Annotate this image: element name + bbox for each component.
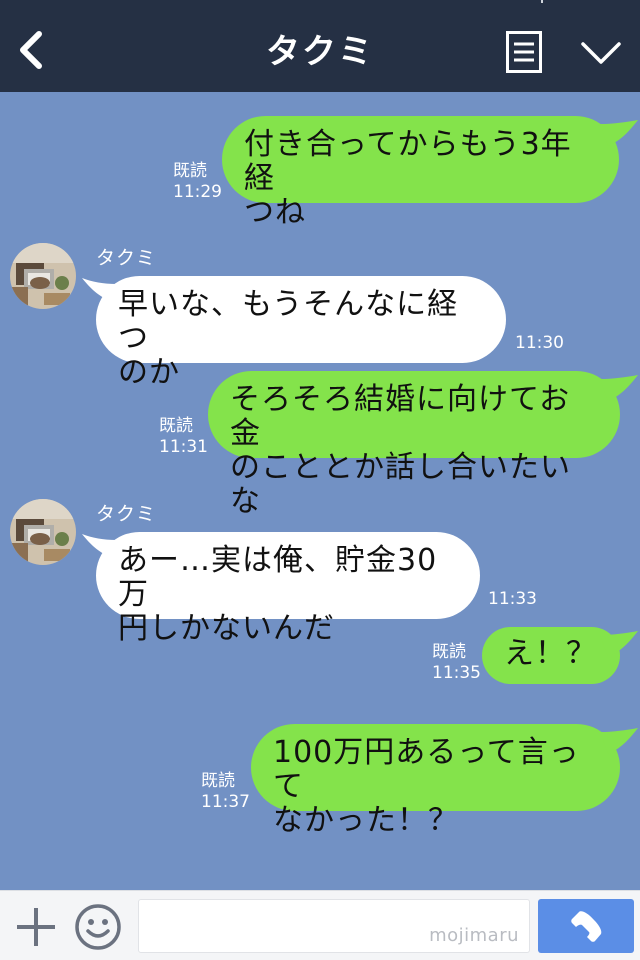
message-text-line: そろそろ結婚に向けてお金	[230, 382, 571, 451]
sender-name: タクミ	[96, 247, 157, 269]
message-time: 11:31	[159, 437, 208, 457]
avatar[interactable]	[10, 499, 76, 565]
outgoing-message-bubble[interactable]: 付き合ってからもう3年経 つね	[222, 116, 619, 230]
message-time: 11:35	[432, 663, 481, 683]
message-text-line: え！？	[504, 636, 597, 671]
call-button[interactable]	[538, 899, 634, 953]
read-receipt: 既読	[201, 771, 235, 791]
bubble-tail	[600, 728, 638, 754]
incoming-message-bubble[interactable]: あー…実は俺、貯金30万 円しかないんだ	[96, 532, 480, 646]
message-text-line: 早いな、もうそんなに経つ	[118, 287, 459, 356]
phone-icon	[571, 911, 602, 942]
message-text-line: なかった！？	[273, 803, 459, 838]
message-meta: 既読 11:35	[432, 642, 481, 684]
message-text-line: あー…実は俺、貯金30万	[118, 543, 438, 612]
message-meta: 既読 11:37	[201, 771, 250, 813]
avatar[interactable]	[10, 243, 76, 309]
chat-header: タクミ	[0, 0, 640, 92]
bubble-tail	[600, 120, 638, 146]
notes-icon[interactable]	[506, 31, 542, 73]
read-receipt: 既読	[159, 416, 193, 436]
plus-icon[interactable]	[14, 905, 58, 949]
read-receipt: 既読	[173, 161, 207, 181]
watermark: mojimaru	[429, 925, 519, 946]
message-text-line: つね	[244, 195, 306, 230]
incoming-message-bubble[interactable]: 早いな、もうそんなに経つ のか	[96, 276, 506, 390]
bubble-tail	[600, 631, 638, 657]
status-indicator	[541, 0, 543, 3]
outgoing-message-bubble[interactable]: そろそろ結婚に向けてお金 のこととか話し合いたいな	[208, 371, 620, 519]
sender-name: タクミ	[96, 503, 157, 525]
message-text-line: のこととか話し合いたいな	[230, 450, 571, 519]
message-text-line: 付き合ってからもう3年経	[244, 127, 572, 196]
read-receipt: 既読	[432, 642, 466, 662]
message-composer: mojimaru	[0, 890, 640, 960]
message-time: 11:30	[515, 333, 564, 353]
message-meta: 既読 11:31	[159, 416, 208, 458]
smiley-icon[interactable]	[74, 903, 122, 951]
chevron-down-icon[interactable]	[580, 40, 622, 66]
outgoing-message-bubble[interactable]: 100万円あるって言って なかった！？	[251, 724, 620, 838]
message-text-line: 100万円あるって言って	[273, 735, 580, 804]
bubble-tail	[600, 375, 638, 401]
message-time: 11:37	[201, 792, 250, 812]
message-text-line: 円しかないんだ	[118, 611, 335, 646]
chat-area[interactable]: 既読 11:29 付き合ってからもう3年経 つね タクミ 早いな、もうそんなに経…	[0, 92, 640, 890]
message-input[interactable]: mojimaru	[138, 899, 530, 953]
message-time: 11:33	[488, 589, 537, 609]
chat-title: タクミ	[266, 32, 374, 72]
message-time: 11:29	[173, 182, 222, 202]
message-meta: 既読 11:29	[173, 161, 222, 203]
